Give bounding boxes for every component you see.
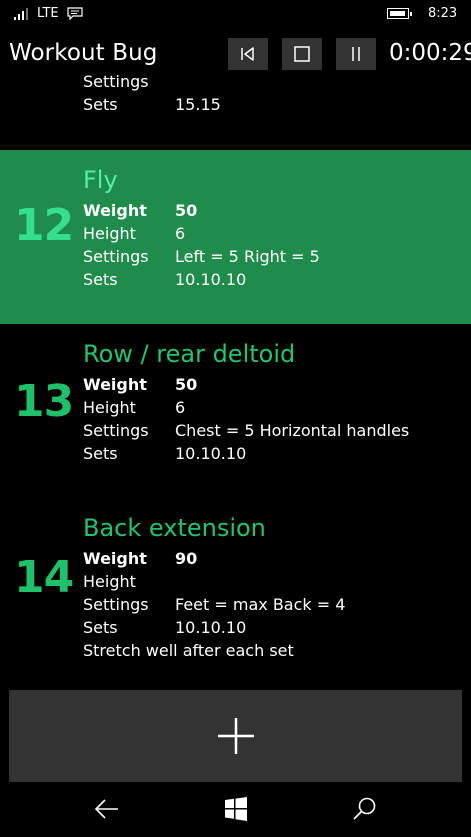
clock: 8:23 xyxy=(428,6,458,21)
app-title: Workout Bug xyxy=(9,40,158,66)
signal-icon xyxy=(14,8,32,20)
pause-button[interactable] xyxy=(336,38,376,70)
battery-icon xyxy=(387,8,412,19)
height-row: Height xyxy=(83,572,136,591)
sets-row: Sets 10.10.10 xyxy=(83,270,247,289)
exercise-name: Fly xyxy=(83,166,118,194)
weight-row: Weight 90 xyxy=(83,549,198,568)
previous-button[interactable] xyxy=(228,38,268,70)
settings-row: Settings Left = 5 Right = 5 xyxy=(83,247,320,266)
settings-row: Settings Chest = 5 Horizontal handles xyxy=(83,421,410,440)
exercise-name: Row / rear deltoid xyxy=(83,340,296,368)
exercise-number: 14 xyxy=(14,552,74,603)
weight-row: Weight 50 xyxy=(83,201,198,220)
workout-timer: 0:00:29 xyxy=(389,40,471,66)
exercise-number: 13 xyxy=(14,376,74,427)
exercise-note: Stretch well after each set xyxy=(83,641,294,660)
weight-row: Weight 50 xyxy=(83,375,198,394)
exercise-card-13[interactable]: 13 Row / rear deltoid Weight 50 Height 6… xyxy=(0,324,471,498)
previous-icon xyxy=(241,47,254,61)
message-icon xyxy=(67,7,83,20)
exercise-card-partial[interactable]: Settings Sets 15.15 xyxy=(0,72,471,148)
search-icon[interactable] xyxy=(352,796,378,822)
pause-icon xyxy=(352,47,360,61)
exercise-list[interactable]: Settings Sets 15.15 12 Fly Weight 50 Hei… xyxy=(0,72,471,690)
plus-icon xyxy=(217,718,254,754)
settings-row: Settings xyxy=(83,72,149,91)
exercise-number: 12 xyxy=(14,200,74,251)
exercise-card-12[interactable]: 12 Fly Weight 50 Height 6 Settings Left … xyxy=(0,150,471,324)
exercise-card-14[interactable]: 14 Back extension Weight 90 Height Setti… xyxy=(0,498,471,690)
height-row: Height 6 xyxy=(83,224,186,243)
settings-row: Settings Feet = max Back = 4 xyxy=(83,595,346,614)
back-icon[interactable] xyxy=(94,796,120,822)
stop-icon xyxy=(294,46,310,62)
system-nav-bar xyxy=(0,782,471,837)
windows-icon[interactable] xyxy=(223,796,249,822)
status-bar: LTE 8:23 xyxy=(0,0,471,30)
exercise-name: Back extension xyxy=(83,514,266,542)
sets-row: Sets 10.10.10 xyxy=(83,618,247,637)
sets-row: Sets 15.15 xyxy=(83,95,221,114)
add-exercise-button[interactable] xyxy=(9,690,462,782)
height-row: Height 6 xyxy=(83,398,186,417)
network-label: LTE xyxy=(37,6,59,21)
sets-row: Sets 10.10.10 xyxy=(83,444,247,463)
stop-button[interactable] xyxy=(282,38,322,70)
